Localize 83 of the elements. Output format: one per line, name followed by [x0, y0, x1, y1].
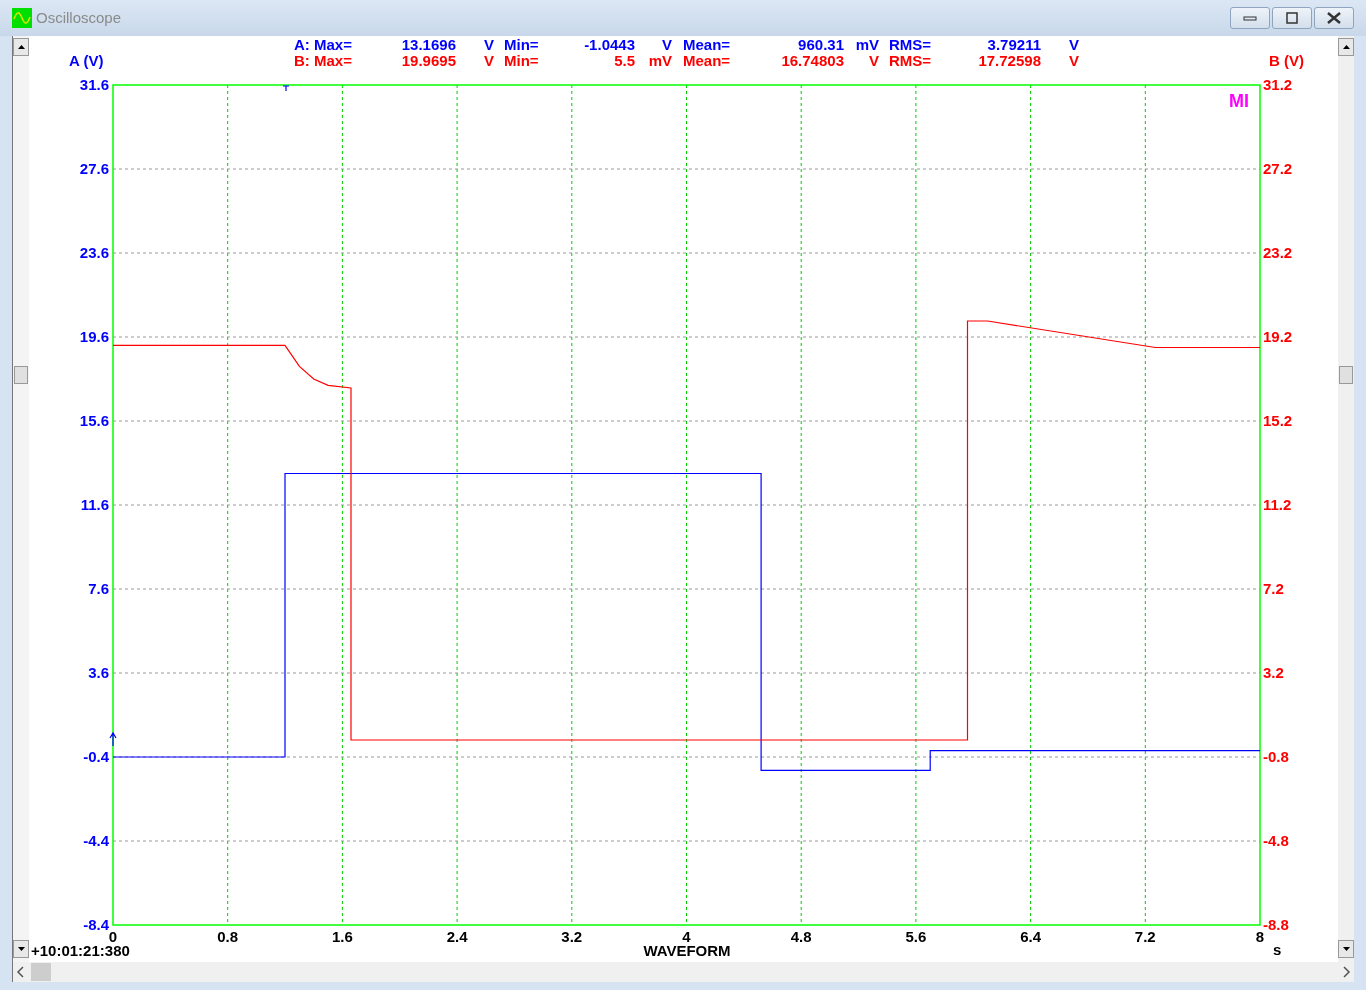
y-tick-label: -4.8 [1263, 832, 1289, 849]
y-tick-label: -4.4 [83, 832, 109, 849]
y-tick-label: 11.6 [80, 496, 109, 513]
stat-unit: mV [648, 52, 672, 69]
stat-label: Mean= [683, 36, 731, 53]
x-tick-label: 4.8 [790, 928, 812, 945]
y-tick-label: 31.2 [1263, 76, 1293, 93]
up-arrow-icon [17, 45, 25, 49]
stat-label: RMS= [889, 36, 932, 53]
y-tick-label: 19.6 [79, 328, 109, 345]
x-tick-label: 0.8 [217, 928, 239, 945]
scroll-up-button[interactable] [1338, 38, 1354, 56]
stat-unit: V [662, 36, 672, 53]
trigger-marker-icon [282, 85, 290, 92]
close-button[interactable] [1314, 7, 1354, 29]
stat-label: Min= [504, 52, 539, 69]
scroll-thumb[interactable] [1339, 366, 1353, 384]
y-tick-label: 19.2 [1263, 328, 1293, 345]
scroll-thumb[interactable] [31, 963, 51, 981]
left-axis-title: A (V) [69, 52, 104, 69]
x-tick-label: 6.4 [1020, 928, 1042, 945]
scroll-down-button[interactable] [1338, 940, 1354, 958]
stat-value: 5.5 [614, 52, 635, 69]
y-tick-label: 27.6 [79, 160, 109, 177]
y-tick-label: 27.2 [1263, 160, 1293, 177]
x-unit-label: s [1273, 941, 1282, 958]
down-arrow-icon [17, 947, 25, 951]
marker-label: MI [1229, 91, 1249, 111]
x-tick-label: 5.6 [905, 928, 927, 945]
stat-label: RMS= [889, 52, 932, 69]
x-tick-label: 3.2 [561, 928, 583, 945]
y-tick-label: 15.2 [1263, 412, 1293, 429]
stat-unit: V [484, 52, 494, 69]
x-tick-label: 8 [1255, 928, 1265, 945]
y-tick-label: -8.4 [83, 916, 109, 933]
y-tick-label: 3.6 [88, 664, 109, 681]
y-tick-label: -0.4 [83, 748, 109, 765]
stat-unit: V [1069, 52, 1079, 69]
down-arrow-icon [1342, 947, 1350, 951]
y-tick-label: 3.2 [1263, 664, 1284, 681]
window-title: Oscilloscope [36, 7, 122, 28]
x-tick-label: 1.6 [331, 928, 353, 945]
stat-value: 19.9695 [401, 52, 456, 69]
up-arrow-icon [1342, 45, 1350, 49]
stat-label: B: Max= [294, 52, 352, 69]
up-arrow-marker-icon [109, 731, 117, 747]
y-tick-label: 31.6 [79, 76, 109, 93]
y-tick-label: 11.2 [1263, 496, 1292, 513]
x-axis-title: WAVEFORM [643, 942, 731, 959]
right-axis-title: B (V) [1269, 52, 1304, 69]
stat-unit: mV [855, 36, 879, 53]
stat-label: Min= [504, 36, 539, 53]
waveform-app-icon [12, 8, 32, 28]
x-tick-label: 7.2 [1134, 928, 1156, 945]
y-tick-label: 23.2 [1263, 244, 1293, 261]
x-tick-label: 2.4 [446, 928, 468, 945]
stat-value: 3.79211 [987, 36, 1041, 53]
x-tick-label: 0 [108, 928, 118, 945]
y-tick-label: -0.8 [1263, 748, 1289, 765]
stat-label: Mean= [683, 52, 731, 69]
y-tick-label: 15.6 [79, 412, 109, 429]
y-tick-label: -8.8 [1263, 916, 1289, 933]
x-tick-label: 4 [682, 928, 691, 945]
stat-unit: V [484, 36, 494, 53]
scroll-down-button[interactable] [13, 940, 29, 958]
scroll-up-button[interactable] [13, 38, 29, 56]
maximize-button[interactable] [1272, 7, 1312, 29]
stat-unit: V [869, 52, 879, 69]
stat-value: 13.1696 [401, 36, 456, 53]
stat-value: 960.31 [798, 36, 844, 53]
timestamp: +10:01:21:380 [31, 942, 130, 959]
stat-value: 17.72598 [978, 52, 1041, 69]
minimize-button[interactable] [1230, 7, 1270, 29]
stat-label: A: Max= [294, 36, 352, 53]
y-tick-label: 23.6 [79, 244, 109, 261]
stat-unit: V [1069, 36, 1079, 53]
y-tick-label: 7.2 [1263, 580, 1284, 597]
stat-value: -1.0443 [584, 36, 635, 53]
close-icon [1326, 12, 1342, 24]
scroll-thumb[interactable] [14, 366, 28, 384]
stat-value: 16.74803 [781, 52, 844, 69]
y-tick-label: 7.6 [88, 580, 109, 597]
maximize-icon [1284, 12, 1300, 24]
